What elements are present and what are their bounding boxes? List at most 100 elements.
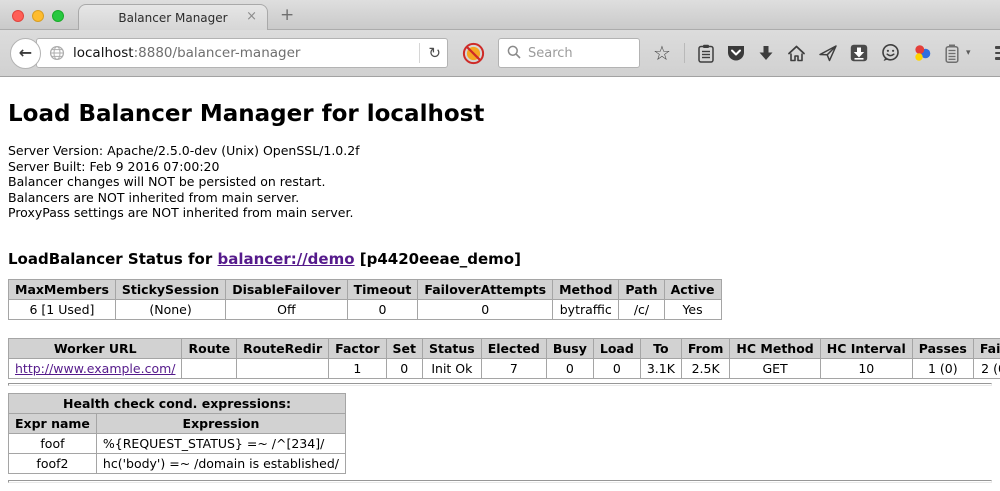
column-header: Method bbox=[553, 279, 619, 299]
window-minimize-button[interactable] bbox=[32, 10, 44, 22]
column-header: From bbox=[681, 338, 730, 358]
column-header: StickySession bbox=[115, 279, 225, 299]
window-titlebar: Balancer Manager × + bbox=[0, 0, 1000, 30]
column-header: Expression bbox=[96, 413, 345, 433]
cell-expression: hc('body') =~ /domain is established/ bbox=[96, 453, 345, 473]
cell-factor: 1 bbox=[329, 358, 386, 378]
cell-passes: 1 (0) bbox=[912, 358, 973, 378]
back-button[interactable]: ← bbox=[10, 38, 41, 69]
column-header: Path bbox=[619, 279, 664, 299]
download-panel-icon[interactable] bbox=[850, 44, 868, 62]
clipboard-icon[interactable] bbox=[698, 44, 714, 63]
color-dots-icon[interactable] bbox=[913, 44, 932, 62]
toolbar-icons: ☆ ▾ bbox=[653, 43, 983, 63]
pocket-icon[interactable] bbox=[727, 45, 745, 62]
cell-hc-interval: 10 bbox=[820, 358, 912, 378]
column-header: FailoverAttempts bbox=[418, 279, 553, 299]
heading-suffix: [p4420eeae_demo] bbox=[355, 250, 521, 268]
cell-busy: 0 bbox=[546, 358, 593, 378]
cell-failoverattempts: 0 bbox=[418, 299, 553, 319]
column-header: To bbox=[640, 338, 681, 358]
worker-data-row: http://www.example.com/ 1 0 Init Ok 7 0 … bbox=[9, 358, 1000, 378]
cell-method: bytraffic bbox=[553, 299, 619, 319]
cell-active: Yes bbox=[664, 299, 721, 319]
window-close-button[interactable] bbox=[12, 10, 24, 22]
section-divider bbox=[8, 383, 992, 386]
column-header: Status bbox=[423, 338, 482, 358]
chevron-down-icon[interactable]: ▾ bbox=[966, 48, 971, 58]
toolbar-divider bbox=[684, 43, 685, 63]
balancer-data-row: 6 [1 Used] (None) Off 0 0 bytraffic /c/ … bbox=[9, 299, 722, 319]
persist-note-line: Balancer changes will NOT be persisted o… bbox=[8, 174, 992, 190]
download-icon[interactable] bbox=[758, 45, 774, 61]
url-path: :8880/balancer-manager bbox=[134, 45, 301, 61]
server-version-line: Server Version: Apache/2.5.0-dev (Unix) … bbox=[8, 143, 992, 159]
worker-header-row: Worker URL Route RouteRedir Factor Set S… bbox=[9, 338, 1000, 358]
cell-status: Init Ok bbox=[423, 358, 482, 378]
send-plane-icon[interactable] bbox=[819, 45, 837, 62]
column-header: Factor bbox=[329, 338, 386, 358]
traffic-lights bbox=[12, 10, 64, 22]
heading-prefix: LoadBalancer Status for bbox=[8, 250, 217, 268]
back-icon: ← bbox=[19, 45, 32, 61]
health-check-table: Health check cond. expressions: Expr nam… bbox=[8, 393, 346, 474]
menu-icon[interactable] bbox=[995, 46, 1000, 60]
bookmark-star-icon[interactable]: ☆ bbox=[653, 43, 671, 63]
balancer-link[interactable]: balancer://demo bbox=[217, 250, 354, 268]
balancer-table: MaxMembers StickySession DisableFailover… bbox=[8, 279, 722, 320]
column-header: Route bbox=[182, 338, 237, 358]
cell-fails: 2 (0) bbox=[973, 358, 1000, 378]
cell-set: 0 bbox=[386, 358, 422, 378]
cell-timeout: 0 bbox=[347, 299, 418, 319]
browser-tab[interactable]: Balancer Manager × bbox=[78, 4, 268, 30]
worker-table: Worker URL Route RouteRedir Factor Set S… bbox=[8, 338, 1000, 379]
health-data-row: foof2 hc('body') =~ /domain is establish… bbox=[9, 453, 346, 473]
url-bar[interactable]: localhost:8880/balancer-manager ↻ bbox=[36, 38, 448, 68]
cell-load: 0 bbox=[593, 358, 640, 378]
cell-expr-name: foof2 bbox=[9, 453, 97, 473]
column-header: MaxMembers bbox=[9, 279, 116, 299]
new-tab-button[interactable]: + bbox=[280, 5, 294, 25]
url-host: localhost bbox=[73, 45, 134, 61]
close-tab-icon[interactable]: × bbox=[246, 9, 257, 24]
cell-routeredir bbox=[237, 358, 329, 378]
server-built-line: Server Built: Feb 9 2016 07:00:20 bbox=[8, 159, 992, 175]
reload-icon[interactable]: ↻ bbox=[428, 44, 441, 62]
health-caption-row: Health check cond. expressions: bbox=[9, 393, 346, 413]
battery-icon[interactable] bbox=[945, 44, 959, 63]
chat-smiley-icon[interactable] bbox=[881, 44, 900, 62]
globe-icon bbox=[49, 45, 65, 61]
cell-from: 2.5K bbox=[681, 358, 730, 378]
page-content: Load Balancer Manager for localhost Serv… bbox=[0, 77, 1000, 490]
column-header: HC Method bbox=[730, 338, 820, 358]
column-header: HC Interval bbox=[820, 338, 912, 358]
worker-url-link[interactable]: http://www.example.com/ bbox=[15, 361, 175, 376]
cell-path: /c/ bbox=[619, 299, 664, 319]
cell-expr-name: foof bbox=[9, 433, 97, 453]
cell-stickysession: (None) bbox=[115, 299, 225, 319]
health-data-row: foof %{REQUEST_STATUS} =~ /^[234]/ bbox=[9, 433, 346, 453]
proxypass-note-line: ProxyPass settings are NOT inherited fro… bbox=[8, 205, 992, 221]
balancer-header-row: MaxMembers StickySession DisableFailover… bbox=[9, 279, 722, 299]
search-input[interactable] bbox=[528, 46, 628, 61]
column-header: Worker URL bbox=[9, 338, 182, 358]
tab-title: Balancer Manager bbox=[118, 11, 227, 25]
page-bottom-divider bbox=[8, 480, 992, 483]
cell-disablefailover: Off bbox=[226, 299, 347, 319]
column-header: DisableFailover bbox=[226, 279, 347, 299]
home-icon[interactable] bbox=[787, 45, 806, 62]
column-header: Set bbox=[386, 338, 422, 358]
column-header: Expr name bbox=[9, 413, 97, 433]
column-header: Load bbox=[593, 338, 640, 358]
health-header-row: Expr name Expression bbox=[9, 413, 346, 433]
block-icon[interactable] bbox=[462, 42, 485, 65]
cell-elected: 7 bbox=[481, 358, 546, 378]
inherit-note-line: Balancers are NOT inherited from main se… bbox=[8, 190, 992, 206]
cell-hc-method: GET bbox=[730, 358, 820, 378]
column-header: Fails bbox=[973, 338, 1000, 358]
balancer-heading: LoadBalancer Status for balancer://demo … bbox=[8, 250, 992, 268]
column-header: Busy bbox=[546, 338, 593, 358]
cell-worker-url: http://www.example.com/ bbox=[9, 358, 182, 378]
search-bar[interactable] bbox=[498, 38, 640, 68]
window-zoom-button[interactable] bbox=[52, 10, 64, 22]
